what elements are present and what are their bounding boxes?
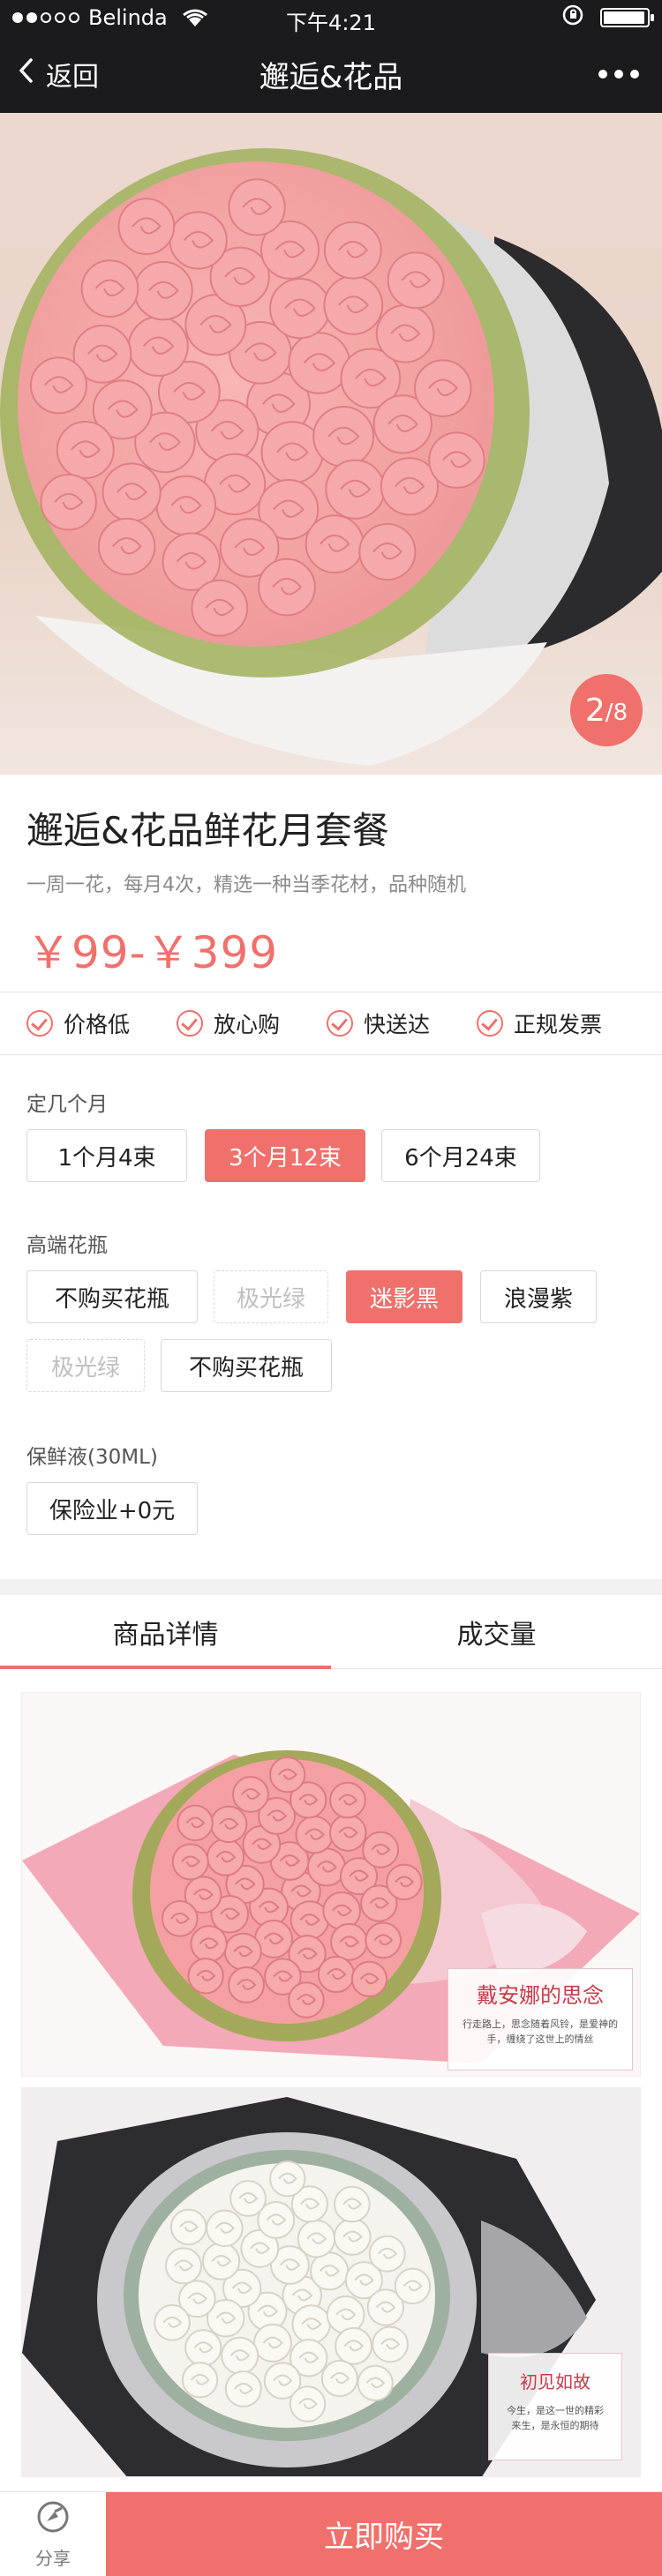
nav-bar: 返回 邂逅&花品: [0, 35, 662, 113]
detail-image-pink-bouquet: 戴安娜的思念 行走路上，思念随着风铃，是爱神的 手，缠绕了这世上的情丝: [21, 1692, 641, 2077]
caption-title: 戴安娜的思念: [477, 1983, 604, 2008]
option-1-month[interactable]: 1个月4束: [26, 1129, 187, 1182]
caption-line: 今生，是这一世的精彩: [507, 2405, 604, 2416]
caption-line: 行走路上，思念随着风铃，是爱神的: [463, 2018, 618, 2030]
guarantee-label: 价格低: [64, 1012, 131, 1037]
product-price: ￥99-￥399: [26, 927, 279, 978]
page-total: 8: [613, 700, 628, 726]
product-subtitle: 一周一花，每月4次，精选一种当季花材，品种随机: [26, 874, 466, 896]
guarantee-label: 放心购: [214, 1012, 281, 1037]
status-bar: Belinda 下午4:21: [0, 0, 662, 35]
product-title: 邂逅&花品鲜花月套餐: [26, 809, 389, 852]
guarantee-item: 价格低: [26, 1007, 177, 1039]
preservative-label: 保鲜液(30ML): [26, 1446, 158, 1469]
guarantee-item: 正规发票: [477, 1007, 627, 1039]
caption-line: 来生，是永恒的期待: [511, 2420, 599, 2431]
vase-no-vase[interactable]: 不购买花瓶: [26, 1270, 198, 1323]
vase-romantic-purple[interactable]: 浪漫紫: [480, 1270, 597, 1323]
page-current: 2: [584, 692, 606, 729]
share-label: 分享: [35, 2547, 71, 2569]
caption-line: 手，缠绕了这世上的情丝: [486, 2033, 594, 2045]
guarantee-label: 快送达: [364, 1012, 431, 1037]
caption-text: 行走路上，思念随着风铃，是爱神的 手，缠绕了这世上的情丝: [459, 2017, 621, 2047]
vase-aurora-green: 极光绿: [26, 1339, 145, 1392]
rose-bouquet-image: [0, 148, 662, 766]
check-circle-icon: [177, 1010, 203, 1037]
option-6-months[interactable]: 6个月24束: [381, 1129, 540, 1182]
page-title: 邂逅&花品: [259, 59, 403, 95]
more-dots-icon[interactable]: [598, 35, 662, 113]
option-preservative[interactable]: 保险业+0元: [26, 1482, 198, 1535]
vase-aurora-green: 极光绿: [214, 1270, 328, 1323]
image-caption: 戴安娜的思念 行走路上，思念随着风铃，是爱神的 手，缠绕了这世上的情丝: [448, 1968, 633, 2071]
guarantee-label: 正规发票: [514, 1012, 603, 1037]
share-icon: [35, 2499, 71, 2539]
check-circle-icon: [477, 1010, 503, 1037]
guarantee-item: 快送达: [327, 1007, 477, 1039]
back-button[interactable]: 返回: [0, 35, 99, 113]
guarantee-item: 放心购: [177, 1007, 327, 1039]
detail-tabs: 商品详情 成交量: [0, 1595, 662, 1669]
buy-now-button[interactable]: 立即购买: [106, 2492, 662, 2576]
detail-image-white-bouquet: 初见如故 今生，是这一世的精彩 来生，是永恒的期待: [21, 2087, 641, 2477]
image-caption: 初见如故 今生，是这一世的精彩 来生，是永恒的期待: [488, 2353, 622, 2460]
caption-title: 初见如故: [520, 2371, 591, 2393]
check-circle-icon: [26, 1010, 53, 1037]
tab-product-details[interactable]: 商品详情: [0, 1595, 331, 1669]
back-label: 返回: [46, 62, 99, 93]
check-circle-icon: [327, 1010, 353, 1037]
chevron-left-icon: [18, 57, 34, 91]
vase-misty-black[interactable]: 迷影黑: [346, 1270, 463, 1323]
page-indicator: 2 / 8: [570, 674, 643, 746]
section-divider: [0, 1579, 662, 1595]
tab-sales-volume[interactable]: 成交量: [331, 1595, 662, 1668]
months-label: 定几个月: [26, 1093, 108, 1116]
bottom-action-bar: 分享 立即购买: [0, 2491, 662, 2576]
vase-no-vase[interactable]: 不购买花瓶: [161, 1339, 332, 1392]
guarantee-bar: 价格低 放心购 快送达 正规发票: [0, 992, 662, 1055]
product-hero-image[interactable]: 2 / 8: [0, 113, 662, 775]
status-time: 下午4:21: [286, 11, 376, 35]
option-3-months[interactable]: 3个月12束: [205, 1129, 365, 1182]
caption-text: 今生，是这一世的精彩 来生，是永恒的期待: [500, 2403, 611, 2433]
battery-icon: [600, 8, 654, 27]
share-button[interactable]: 分享: [0, 2492, 106, 2576]
vase-label: 高端花瓶: [26, 1234, 108, 1257]
